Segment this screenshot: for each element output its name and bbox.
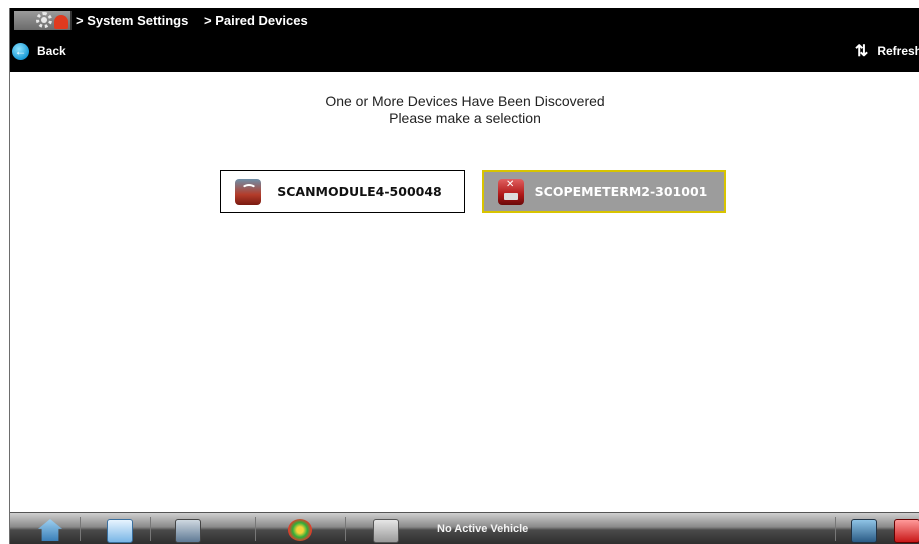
scope-meter-status-icon[interactable]: [894, 519, 919, 543]
vehicle-status: No Active Vehicle: [437, 523, 529, 535]
header-bar: > System Settings > Paired Devices ← Bac…: [10, 8, 919, 72]
device-button-scanmodule[interactable]: SCANMODULE4-500048: [220, 170, 465, 213]
tools-icon[interactable]: [288, 519, 312, 541]
scan-module-icon: [235, 178, 261, 205]
refresh-arrows-icon: ⇅: [854, 43, 869, 60]
device-button-scopemeter[interactable]: SCOPEMETERM2-301001: [482, 170, 726, 213]
back-label: Back: [37, 44, 66, 58]
app-home-icon[interactable]: [14, 11, 72, 30]
list-icon[interactable]: [107, 519, 133, 543]
home-icon[interactable]: [38, 519, 62, 541]
vehicle-icon[interactable]: [373, 519, 399, 543]
refresh-label: Refresh: [877, 44, 919, 58]
scope-meter-icon: [498, 178, 524, 205]
device-label: SCANMODULE4-500048: [277, 184, 442, 199]
scan-module-status-icon[interactable]: [851, 519, 877, 543]
device-label: SCOPEMETERM2-301001: [534, 184, 708, 199]
breadcrumb-paired-devices: > Paired Devices: [203, 13, 308, 28]
data-manager-icon[interactable]: [175, 519, 201, 543]
breadcrumb-system-settings[interactable]: > System Settings: [76, 13, 188, 28]
breadcrumb: > System Settings > Paired Devices: [76, 11, 320, 31]
refresh-button[interactable]: ⇅ Refresh: [855, 40, 919, 62]
discovery-message: One or More Devices Have Been Discovered: [325, 93, 605, 109]
selection-prompt: Please make a selection: [389, 110, 541, 126]
back-button[interactable]: ← Back: [12, 40, 66, 62]
back-arrow-icon: ←: [12, 42, 29, 60]
bottom-toolbar: No Active Vehicle: [10, 512, 919, 544]
flame-icon: [54, 15, 68, 29]
app-window: > System Settings > Paired Devices ← Bac…: [9, 8, 919, 544]
